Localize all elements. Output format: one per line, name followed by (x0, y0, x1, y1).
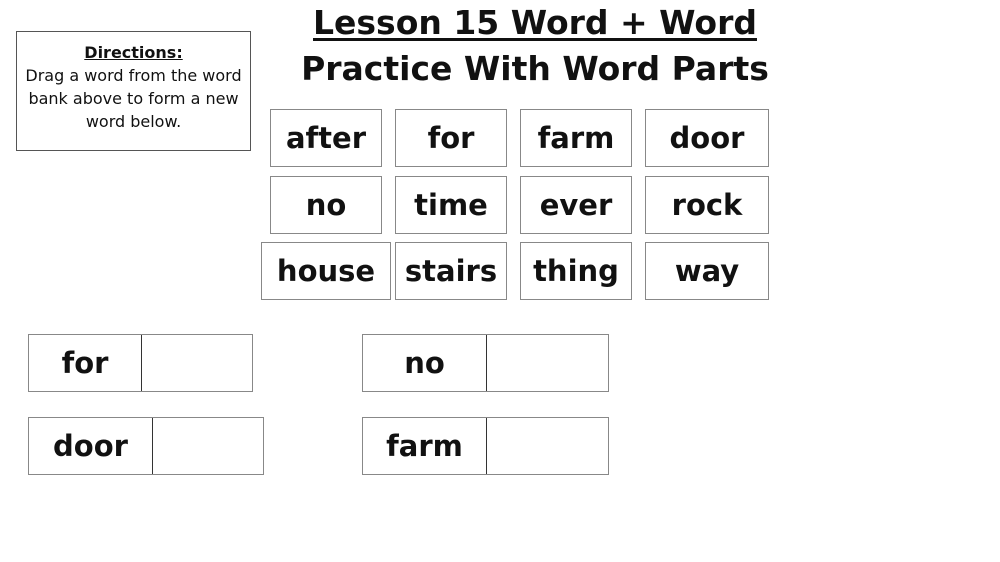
word-tile-farm[interactable]: farm (520, 109, 632, 167)
word-tile-door[interactable]: door (645, 109, 769, 167)
base-word: farm (363, 418, 487, 474)
directions-box: Directions: Drag a word from the word ba… (16, 31, 251, 151)
lesson-title: Lesson 15 Word + Word (313, 3, 757, 42)
base-word: door (29, 418, 153, 474)
compound-slot-door: door (28, 417, 264, 475)
base-word: for (29, 335, 142, 391)
base-word: no (363, 335, 487, 391)
word-tile-time[interactable]: time (395, 176, 507, 234)
word-tile-ever[interactable]: ever (520, 176, 632, 234)
drop-zone[interactable] (487, 418, 608, 474)
compound-slot-farm: farm (362, 417, 609, 475)
drop-zone[interactable] (153, 418, 263, 474)
word-tile-after[interactable]: after (270, 109, 382, 167)
directions-heading: Directions: (84, 43, 183, 62)
word-tile-house[interactable]: house (261, 242, 391, 300)
word-tile-stairs[interactable]: stairs (395, 242, 507, 300)
drop-zone[interactable] (487, 335, 608, 391)
word-tile-for[interactable]: for (395, 109, 507, 167)
compound-slot-for: for (28, 334, 253, 392)
word-tile-thing[interactable]: thing (520, 242, 632, 300)
lesson-subtitle: Practice With Word Parts (301, 49, 769, 88)
compound-slot-no: no (362, 334, 609, 392)
drop-zone[interactable] (142, 335, 252, 391)
word-tile-no[interactable]: no (270, 176, 382, 234)
directions-text: Drag a word from the word bank above to … (25, 66, 242, 131)
word-tile-way[interactable]: way (645, 242, 769, 300)
word-tile-rock[interactable]: rock (645, 176, 769, 234)
